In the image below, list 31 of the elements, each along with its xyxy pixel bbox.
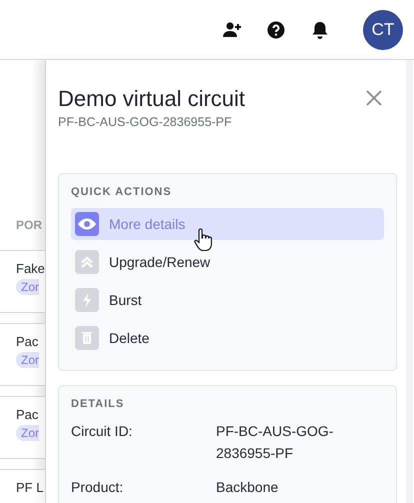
field-label: Product: (71, 478, 124, 497)
help-icon[interactable] (266, 20, 286, 40)
close-icon[interactable] (366, 90, 382, 106)
scrollbar[interactable] (406, 60, 413, 503)
zone-tag: Zor (16, 425, 39, 441)
row-name: Pac (16, 334, 38, 349)
field-label: Circuit ID: (71, 422, 134, 441)
row-name: PF L (16, 480, 44, 495)
hand-pointer-icon (193, 228, 213, 252)
field-value: PF-BC-AUS-GOG-2836955-PF (216, 422, 334, 463)
quick-action-item[interactable]: Burst (71, 284, 384, 316)
panel-title: Demo virtual circuit (58, 85, 246, 113)
panel-subtitle: PF-BC-AUS-GOG-2836955-PF (58, 115, 233, 129)
field-value: Backbone (216, 478, 280, 497)
list-card[interactable]: PF L (0, 469, 45, 503)
list-card[interactable]: Fake Zor (0, 250, 45, 313)
zone-tag: Zor (16, 279, 39, 295)
user-avatar[interactable]: CT (363, 10, 403, 50)
add-user-icon[interactable] (222, 20, 242, 40)
quick-action-item[interactable]: Upgrade/Renew (71, 246, 384, 278)
eye-icon (75, 212, 99, 236)
list-card[interactable]: Pac Zor (0, 323, 45, 386)
notification-bell-icon[interactable] (310, 20, 330, 40)
section-heading: DETAILS (71, 398, 126, 410)
quick-action-item[interactable]: Delete (71, 322, 384, 354)
list-card[interactable]: Pac Zor (0, 396, 45, 459)
row-name: Pac (16, 407, 38, 422)
column-heading: POR (16, 218, 42, 232)
section-heading: QUICK ACTIONS (71, 186, 173, 198)
row-name: Fake (16, 261, 45, 276)
zone-tag: Zor (16, 352, 39, 368)
